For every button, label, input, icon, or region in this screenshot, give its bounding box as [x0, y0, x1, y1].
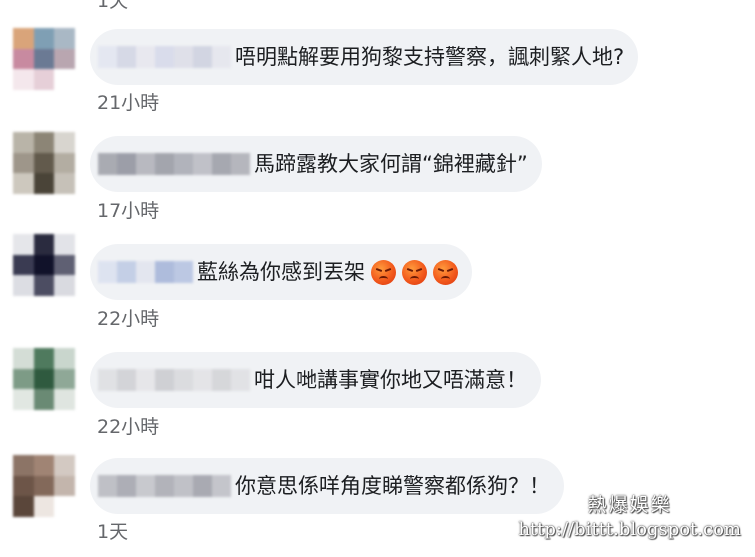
comment-item: 咁人哋講事實你地又唔滿意！ 22小時	[0, 344, 755, 450]
avatar[interactable]	[13, 234, 75, 296]
angry-emoji-icon[interactable]	[402, 259, 427, 285]
comment-bubble: 藍絲為你感到丟架	[90, 244, 472, 300]
comment-timestamp[interactable]: 21小時	[97, 88, 159, 115]
comment-text: 馬蹄露教大家何謂“錦裡藏針”	[254, 151, 528, 176]
comment-bubble: 馬蹄露教大家何謂“錦裡藏針”	[90, 136, 542, 192]
comment-bubble: 咁人哋講事實你地又唔滿意！	[90, 352, 541, 408]
comment-text: 咁人哋講事實你地又唔滿意！	[254, 367, 527, 392]
angry-emoji-icon[interactable]	[433, 259, 458, 285]
comment-item: 馬蹄露教大家何謂“錦裡藏針” 17小時	[0, 128, 755, 234]
top-timestamp[interactable]: 1天	[97, 0, 128, 13]
comment-timestamp[interactable]: 1天	[97, 517, 128, 544]
comment-timestamp[interactable]: 22小時	[97, 412, 159, 439]
angry-emoji-icon[interactable]	[371, 259, 396, 285]
avatar[interactable]	[13, 28, 75, 90]
comment-timestamp[interactable]: 22小時	[97, 304, 159, 331]
watermark: 熱爆娛樂 http://bittt.blogspot.com	[518, 490, 741, 540]
comment-item: 唔明點解要用狗黎支持警察，諷刺緊人地? 21小時	[0, 22, 755, 128]
comment-bubble: 你意思係咩角度睇警察都係狗？！	[90, 458, 564, 514]
comment-item: 藍絲為你感到丟架 22小時	[0, 234, 755, 342]
watermark-url: http://bittt.blogspot.com	[518, 519, 741, 540]
commenter-name-redacted[interactable]	[98, 46, 231, 68]
comment-text: 你意思係咩角度睇警察都係狗？！	[235, 473, 550, 498]
watermark-name: 熱爆娛樂	[587, 494, 672, 516]
avatar[interactable]	[13, 132, 75, 194]
comment-bubble: 唔明點解要用狗黎支持警察，諷刺緊人地?	[90, 29, 639, 85]
comment-text: 藍絲為你感到丟架	[197, 259, 365, 284]
comment-text: 唔明點解要用狗黎支持警察，諷刺緊人地?	[235, 44, 625, 69]
comment-timestamp[interactable]: 17小時	[97, 196, 159, 223]
commenter-name-redacted[interactable]	[98, 153, 250, 175]
avatar[interactable]	[13, 455, 75, 517]
commenter-name-redacted[interactable]	[98, 475, 231, 497]
commenter-name-redacted[interactable]	[98, 261, 193, 283]
commenter-name-redacted[interactable]	[98, 369, 250, 391]
avatar[interactable]	[13, 348, 75, 410]
